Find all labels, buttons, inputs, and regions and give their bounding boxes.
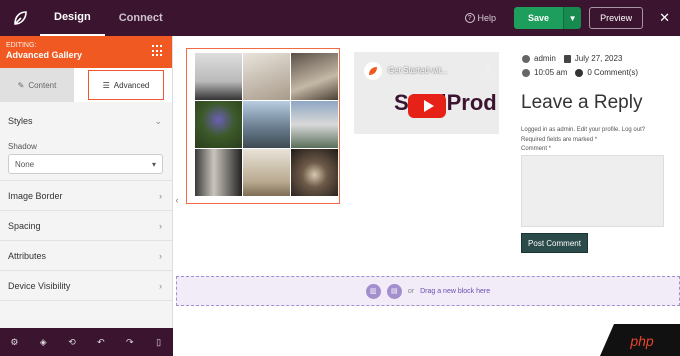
chevron-down-icon: ⌄ [154,115,162,126]
shadow-label: Shadow [8,142,37,151]
tab-advanced-label: Advanced [113,80,150,90]
video-embed[interactable]: Get Started wit... ⋮ SeedProd [354,52,499,134]
section-styles-label: Styles [8,116,33,126]
close-icon[interactable]: ✕ [659,10,670,26]
post-time: 10:05 am [534,68,568,77]
gallery-image[interactable] [243,53,290,100]
gallery-image[interactable] [243,149,290,196]
shadow-value: None [15,159,35,169]
user-icon [522,54,530,63]
undo-icon[interactable]: ↶ [96,337,106,347]
help-icon: ? [464,13,475,23]
mobile-preview-icon[interactable]: ▯ [154,337,164,347]
block-title: Advanced Gallery [6,50,83,60]
grid-menu-icon[interactable] [152,45,164,57]
top-bar: Design Connect ? Help Save ▼ Preview ✕ [0,0,680,36]
reply-info: Logged in as admin. Edit your profile. L… [521,125,645,145]
comment-icon [575,68,584,77]
sliders-icon: ☰ [102,80,110,90]
section-label: Image Border [8,190,63,201]
tab-design[interactable]: Design [40,0,105,36]
post-comment-button[interactable]: Post Comment [521,233,588,253]
reply-heading: Leave a Reply [521,92,643,113]
clock-icon [522,68,530,77]
layers-icon[interactable]: ◈ [38,337,48,347]
play-button-icon[interactable] [408,94,446,118]
section-label: Device Visibility [8,280,71,291]
required-text: Required fields are marked * [521,137,598,143]
pencil-icon: ✎ [17,80,25,90]
section-attributes[interactable]: Attributes › [0,241,172,271]
gallery-image[interactable] [195,53,242,100]
save-button-group: Save ▼ [514,7,582,29]
post-date: July 27, 2023 [574,54,623,63]
video-title: Get Started wit... [388,66,448,75]
comment-textarea[interactable] [521,155,664,227]
chevron-right-icon: › [159,190,162,201]
gallery-image[interactable] [291,101,338,148]
tab-content[interactable]: ✎ Content [0,68,74,102]
save-button[interactable]: Save [514,7,564,29]
seedprod-logo-icon[interactable] [0,0,40,36]
save-dropdown-button[interactable]: ▼ [563,7,582,29]
tab-content-label: Content [28,80,57,90]
page-canvas: Get Started wit... ⋮ SeedProd admin July… [174,36,680,356]
history-icon[interactable]: ⟲ [67,337,77,347]
section-styles[interactable]: Styles ⌄ [0,106,172,136]
shadow-select[interactable]: None ▾ [8,154,163,174]
dropzone-or: or [407,287,415,295]
caret-down-icon: ▾ [151,159,156,169]
section-label: Spacing [8,220,41,231]
block-drop-zone[interactable]: ▥ ▤ or Drag a new block here [176,276,680,306]
more-vertical-icon[interactable]: ⋮ [483,64,493,75]
editing-label: EDITING: [6,42,37,49]
channel-logo-icon [364,62,382,80]
advanced-gallery-block[interactable] [186,48,340,204]
section-image-border[interactable]: Image Border › [0,181,172,211]
chevron-right-icon: › [159,220,162,231]
php-watermark: php [600,324,680,356]
tab-connect[interactable]: Connect [105,0,177,36]
gallery-image[interactable] [291,53,338,100]
sidebar: EDITING: Advanced Gallery ✎ Content ☰ Ad… [0,36,173,356]
columns-icon[interactable]: ▥ [365,283,381,299]
gallery-image[interactable] [291,149,338,196]
template-icon[interactable]: ▤ [386,283,402,299]
post-meta: admin July 27, 2023 10:05 am 0 Comment(s… [522,54,638,82]
gallery-image[interactable] [243,101,290,148]
help-label: Help [477,13,497,23]
settings-tabs: ✎ Content ☰ Advanced [0,68,172,102]
comment-label: Comment * [521,146,552,152]
gear-icon[interactable]: ⚙ [9,337,19,347]
watermark-text: php [629,333,654,349]
editing-header: EDITING: Advanced Gallery [0,36,172,68]
section-label: Attributes [8,250,47,261]
calendar-icon [563,54,571,63]
gallery-image[interactable] [195,101,242,148]
chevron-right-icon: › [159,250,162,261]
chevron-right-icon: › [159,280,162,291]
help-button[interactable]: ? Help [464,13,497,23]
dropzone-label: Drag a new block here [420,287,491,295]
tab-advanced[interactable]: ☰ Advanced [88,70,164,100]
redo-icon[interactable]: ↷ [125,337,135,347]
section-device-visibility[interactable]: Device Visibility › [0,271,172,301]
logged-in-text: Logged in as admin. Edit your profile. L… [521,127,646,133]
post-author: admin [534,54,556,63]
preview-button[interactable]: Preview [589,7,644,29]
bottom-toolbar: ⚙ ◈ ⟲ ↶ ↷ ▯ [0,328,173,356]
gallery-image[interactable] [195,149,242,196]
section-spacing[interactable]: Spacing › [0,211,172,241]
caret-down-icon: ▼ [568,13,577,23]
post-comments: 0 Comment(s) [587,68,639,77]
gallery-grid [195,53,338,196]
